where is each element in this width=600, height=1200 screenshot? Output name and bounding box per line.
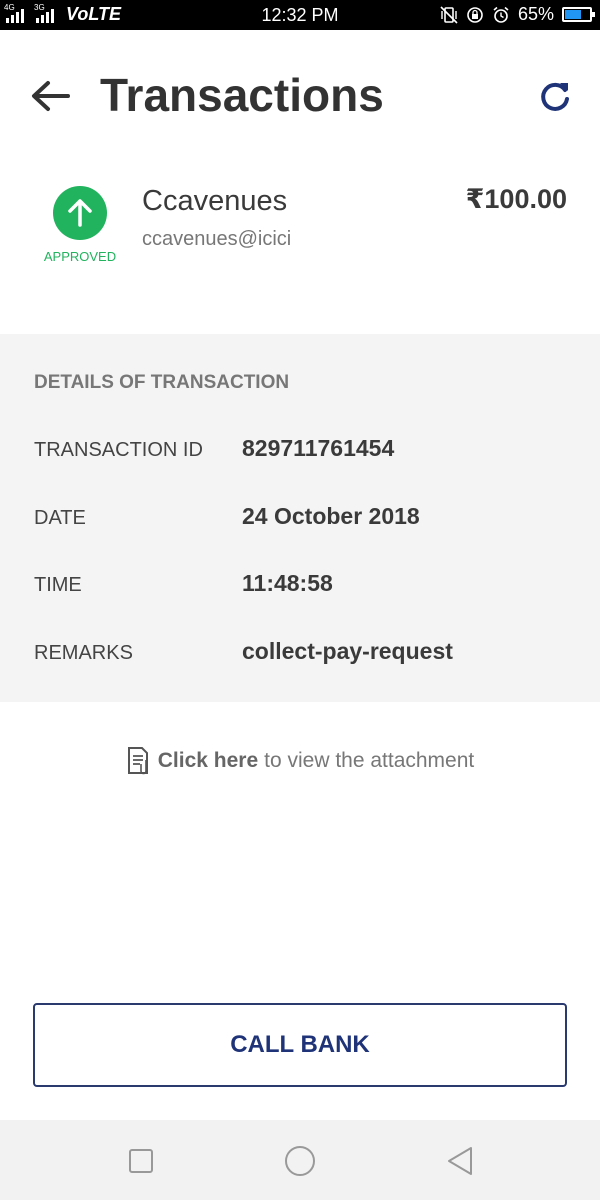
detail-value: 11:48:58 (242, 570, 333, 596)
status-bar-right: 65% (440, 4, 595, 25)
approved-status-icon (53, 186, 107, 240)
detail-label: TIME (34, 574, 82, 596)
arrow-up-icon (68, 199, 92, 227)
system-nav-bar (0, 1120, 600, 1200)
attachment-link-text[interactable]: Click here (158, 749, 258, 773)
rotation-lock-icon (467, 6, 483, 23)
document-attachment-icon (127, 747, 148, 775)
attachment-description: to view the attachment (264, 749, 475, 772)
back-icon[interactable] (443, 1144, 477, 1178)
call-bank-button[interactable]: CALL BANK (33, 1003, 567, 1087)
battery-icon (562, 7, 595, 22)
detail-value: 829711761454 (242, 435, 395, 461)
battery-level (565, 10, 581, 19)
transaction-amount: ₹100.00 (465, 184, 567, 214)
detail-value: 24 October 2018 (242, 503, 420, 529)
detail-row-time: TIME 11:48:58 (0, 566, 600, 606)
status-bar: 4G 3G VoLTE 12:32 PM 65% (0, 0, 600, 30)
merchant-name: Ccavenues (142, 185, 288, 217)
page-title: Transactions (100, 69, 384, 121)
details-heading: DETAILS OF TRANSACTION (34, 372, 290, 393)
arrow-left-icon[interactable] (28, 74, 72, 118)
attachment-link[interactable]: Click here to view the attachment (0, 746, 600, 776)
detail-value: collect-pay-request (242, 638, 453, 664)
vibrate-icon (440, 5, 458, 24)
recent-apps-icon[interactable] (124, 1144, 158, 1178)
detail-row-date: DATE 24 October 2018 (0, 499, 600, 539)
status-badge: APPROVED (43, 249, 117, 264)
detail-label: TRANSACTION ID (34, 439, 203, 461)
call-bank-label: CALL BANK (230, 1031, 370, 1058)
merchant-vpa: ccavenues@icici (142, 228, 292, 250)
alarm-icon (493, 6, 509, 23)
detail-label: REMARKS (34, 642, 133, 664)
detail-row-remarks: REMARKS collect-pay-request (0, 634, 600, 674)
battery-percent: 65% (517, 4, 554, 24)
detail-row-transaction-id: TRANSACTION ID 829711761454 (0, 431, 600, 471)
detail-label: DATE (34, 507, 86, 529)
transaction-details: DETAILS OF TRANSACTION TRANSACTION ID 82… (0, 334, 600, 702)
refresh-icon[interactable] (536, 78, 574, 116)
home-icon[interactable] (283, 1144, 317, 1178)
